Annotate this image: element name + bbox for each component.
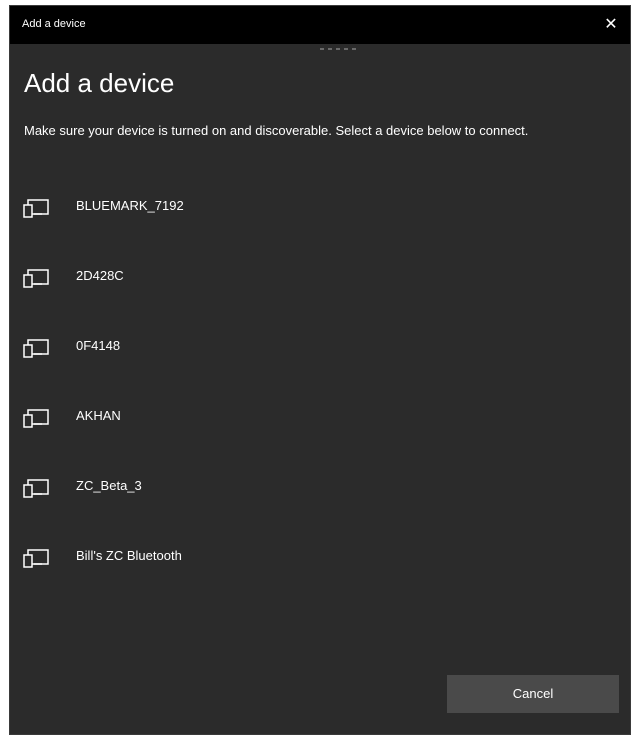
device-item[interactable]: Bill's ZC Bluetooth [18,536,618,578]
device-icon [23,549,49,568]
device-name: 2D428C [76,268,124,283]
device-icon [23,269,49,288]
device-name: 0F4148 [76,338,121,353]
device-name: Bill's ZC Bluetooth [76,548,182,563]
cancel-button[interactable]: Cancel [447,675,619,713]
title-bar[interactable]: Add a device ✕ [10,6,630,44]
device-name: ZC_Beta_3 [76,478,142,493]
device-icon [23,199,49,218]
instructions-text: Make sure your device is turned on and d… [24,123,529,138]
add-device-dialog: Add a device ✕ Add a device Make sure yo… [9,5,631,735]
device-name: AKHAN [76,408,121,423]
device-item[interactable]: 0F4148 [18,326,618,368]
device-name: BLUEMARK_7192 [76,198,184,213]
device-icon [23,479,49,498]
drag-handle [320,48,356,52]
device-item[interactable]: ZC_Beta_3 [18,466,618,508]
device-item[interactable]: BLUEMARK_7192 [18,186,618,228]
close-icon[interactable]: ✕ [598,12,624,38]
device-icon [23,339,49,358]
device-item[interactable]: AKHAN [18,396,618,438]
page-title: Add a device [24,68,175,98]
device-icon [23,409,49,428]
device-item[interactable]: 2D428C [18,256,618,298]
window-title: Add a device [22,18,86,30]
